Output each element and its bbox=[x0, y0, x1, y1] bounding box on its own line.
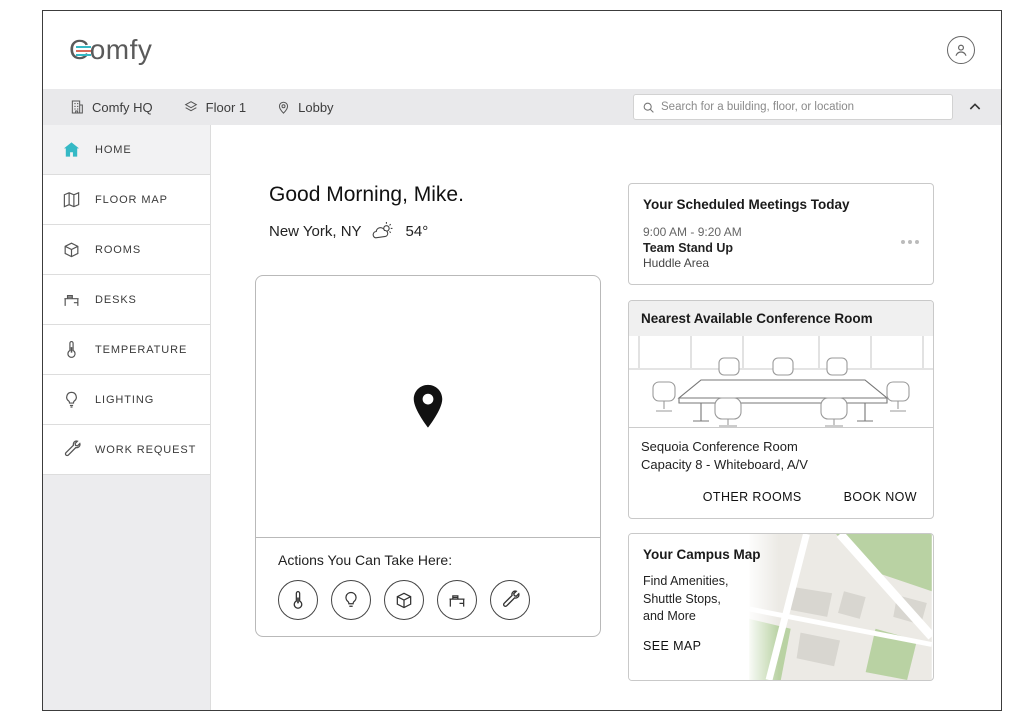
action-lighting-button[interactable] bbox=[331, 580, 371, 620]
sidebar-item-floor-map[interactable]: FLOOR MAP bbox=[43, 175, 210, 225]
campus-map-card: Your Campus Map Find Amenities, Shuttle … bbox=[628, 533, 934, 682]
meetings-card-title: Your Scheduled Meetings Today bbox=[643, 197, 850, 212]
search-input[interactable] bbox=[661, 101, 944, 113]
breadcrumb-location[interactable]: Lobby bbox=[276, 99, 334, 115]
main-content: Good Morning, Mike. New York, NY 54° Act… bbox=[211, 125, 1001, 710]
user-icon bbox=[955, 44, 967, 56]
sidebar-item-label: TEMPERATURE bbox=[95, 343, 188, 356]
sidebar-item-label: WORK REQUEST bbox=[95, 443, 197, 456]
location-bar: Comfy HQ Floor 1 Lobby bbox=[43, 89, 1001, 125]
search-icon bbox=[643, 102, 654, 113]
desks-icon bbox=[61, 290, 81, 310]
left-column: Good Morning, Mike. New York, NY 54° Act… bbox=[255, 183, 601, 637]
actions-section: Actions You Can Take Here: bbox=[256, 537, 600, 636]
action-work-request-button[interactable] bbox=[490, 580, 530, 620]
breadcrumb-floor[interactable]: Floor 1 bbox=[183, 99, 246, 115]
meeting-name: Team Stand Up bbox=[643, 241, 734, 255]
breadcrumb-building[interactable]: Comfy HQ bbox=[69, 99, 153, 115]
right-column: Your Scheduled Meetings Today 9:00 AM - … bbox=[628, 183, 934, 682]
sidebar-item-rooms[interactable]: ROOMS bbox=[43, 225, 210, 275]
conference-card-title: Nearest Available Conference Room bbox=[641, 311, 873, 326]
thermometer-icon bbox=[293, 591, 303, 609]
conference-card-header: Nearest Available Conference Room bbox=[629, 301, 933, 336]
sidebar-item-temperature[interactable]: TEMPERATURE bbox=[43, 325, 210, 375]
sidebar-item-desks[interactable]: DESKS bbox=[43, 275, 210, 325]
rooms-icon bbox=[61, 240, 81, 260]
see-map-button[interactable]: SEE MAP bbox=[643, 639, 701, 653]
action-desks-button[interactable] bbox=[437, 580, 477, 620]
pin-icon bbox=[279, 101, 289, 114]
conference-room-name: Sequoia Conference Room bbox=[641, 439, 798, 454]
header: Comfy bbox=[43, 11, 1001, 89]
campus-card-description: Find Amenities, Shuttle Stops, and More bbox=[643, 573, 765, 626]
city-label: New York, NY bbox=[269, 222, 362, 240]
campus-line: Find Amenities, bbox=[643, 574, 729, 589]
lightbulb-icon bbox=[61, 390, 81, 410]
map-pin-icon bbox=[413, 384, 443, 428]
body: HOME FLOOR MAP ROOMS DESKS TEMPERATURE L… bbox=[43, 125, 1001, 710]
desks-icon bbox=[449, 595, 465, 607]
actions-title: Actions You Can Take Here: bbox=[278, 552, 453, 568]
conference-room-details: Capacity 8 - Whiteboard, A/V bbox=[641, 457, 808, 473]
campus-card-text: Your Campus Map Find Amenities, Shuttle … bbox=[629, 534, 779, 681]
comfy-logo: Comfy bbox=[69, 34, 152, 66]
partly-cloudy-icon bbox=[372, 222, 392, 239]
collapse-bar-button[interactable] bbox=[967, 99, 983, 115]
conference-room-info: Sequoia Conference Room Capacity 8 - Whi… bbox=[629, 428, 933, 474]
sidebar-item-work-request[interactable]: WORK REQUEST bbox=[43, 425, 210, 475]
map-pin-area bbox=[256, 276, 600, 537]
more-options-icon bbox=[908, 240, 912, 244]
app-window: Comfy Comfy HQ Floor 1 Lobby Search for … bbox=[42, 10, 1002, 711]
breadcrumb-building-label: Comfy HQ bbox=[92, 99, 153, 115]
meeting-more-options-button[interactable] bbox=[901, 240, 919, 244]
conference-room-illustration bbox=[629, 336, 933, 428]
conference-card-buttons: OTHER ROOMS BOOK NOW bbox=[629, 474, 933, 518]
conference-room-drawing-icon bbox=[629, 336, 933, 427]
breadcrumb-location-label: Lobby bbox=[298, 99, 334, 115]
logo-lines-icon bbox=[76, 46, 91, 56]
more-options-icon bbox=[915, 240, 919, 244]
sidebar-item-label: DESKS bbox=[95, 293, 137, 306]
sidebar-item-label: ROOMS bbox=[95, 243, 142, 256]
rooms-icon bbox=[396, 592, 412, 609]
book-now-button[interactable]: BOOK NOW bbox=[844, 490, 917, 504]
actions-row bbox=[278, 580, 578, 620]
campus-line: and More bbox=[643, 609, 696, 624]
thermometer-icon bbox=[61, 340, 81, 360]
conference-room-card: Nearest Available Conference Room Sequoi… bbox=[628, 300, 934, 520]
chevron-up-icon bbox=[969, 103, 981, 110]
outdoor-temperature: 54° bbox=[405, 222, 429, 240]
home-icon bbox=[61, 140, 81, 160]
sidebar-item-label: HOME bbox=[95, 143, 132, 156]
breadcrumb-floor-label: Floor 1 bbox=[205, 99, 247, 115]
sidebar-item-home[interactable]: HOME bbox=[43, 125, 210, 175]
floor-map-icon bbox=[61, 190, 81, 210]
layers-icon bbox=[184, 101, 198, 112]
action-rooms-button[interactable] bbox=[384, 580, 424, 620]
meeting-room: Huddle Area bbox=[643, 256, 710, 270]
building-icon bbox=[71, 100, 83, 114]
meeting-time: 9:00 AM - 9:20 AM bbox=[643, 225, 742, 239]
sidebar: HOME FLOOR MAP ROOMS DESKS TEMPERATURE L… bbox=[43, 125, 211, 710]
other-rooms-button[interactable]: OTHER ROOMS bbox=[703, 490, 802, 504]
campus-line: Shuttle Stops, bbox=[643, 591, 721, 606]
campus-card-title: Your Campus Map bbox=[643, 547, 761, 563]
scheduled-meetings-card: Your Scheduled Meetings Today 9:00 AM - … bbox=[628, 183, 934, 285]
user-avatar-button[interactable] bbox=[947, 36, 975, 64]
wrench-icon bbox=[61, 440, 81, 460]
search-box[interactable] bbox=[633, 94, 953, 120]
location-map-card: Actions You Can Take Here: bbox=[255, 275, 601, 637]
greeting-text: Good Morning, Mike. bbox=[269, 183, 464, 206]
action-temperature-button[interactable] bbox=[278, 580, 318, 620]
sidebar-item-label: FLOOR MAP bbox=[95, 193, 168, 206]
weather-row: New York, NY 54° bbox=[269, 221, 601, 241]
wrench-icon bbox=[503, 590, 520, 607]
lightbulb-icon bbox=[345, 591, 357, 607]
sidebar-item-lighting[interactable]: LIGHTING bbox=[43, 375, 210, 425]
sidebar-item-label: LIGHTING bbox=[95, 393, 155, 406]
more-options-icon bbox=[901, 240, 905, 244]
